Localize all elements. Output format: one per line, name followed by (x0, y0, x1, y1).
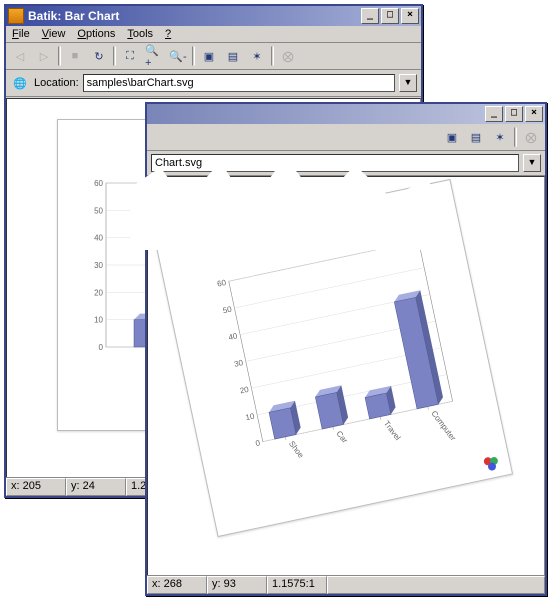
menu-tools[interactable]: Tools (127, 28, 153, 40)
tool-icon[interactable]: ▣ (442, 127, 462, 147)
close-icon[interactable]: ⨂ (278, 46, 298, 66)
forward-icon[interactable]: ▷ (34, 46, 54, 66)
minimize-button[interactable]: _ (485, 106, 503, 122)
location-dropdown[interactable]: ▼ (399, 74, 417, 92)
location-label: Location: (34, 77, 79, 89)
status-x: x: 268 (147, 576, 207, 594)
window-title: Batik: Bar Chart (28, 9, 119, 23)
svg-text:Travel: Travel (382, 419, 403, 442)
svg-text:40: 40 (94, 234, 103, 243)
menu-view[interactable]: View (42, 28, 66, 40)
separator (113, 46, 116, 66)
status-x: x: 205 (6, 478, 66, 496)
svg-text:20: 20 (239, 385, 250, 396)
batik-logo-icon (482, 454, 501, 473)
location-bar: 🌐 Location: samples\barChart.svg ▼ (6, 70, 421, 97)
app-icon (8, 8, 24, 24)
menubar: File View Options Tools ? (6, 26, 421, 43)
tool-icon[interactable]: ▤ (223, 46, 243, 66)
fit-icon[interactable]: ⛶ (120, 46, 140, 66)
svg-text:10: 10 (245, 411, 256, 422)
svg-text:30: 30 (233, 358, 244, 369)
maximize-button[interactable]: □ (381, 8, 399, 24)
status-spacer (327, 576, 545, 594)
svg-text:50: 50 (222, 305, 233, 316)
toolbar: ◁ ▷ ■ ↻ ⛶ 🔍+ 🔍- ▣ ▤ ✶ ⨂ (6, 43, 421, 70)
tool-icon[interactable]: ▤ (466, 127, 486, 147)
svg-text:10: 10 (94, 316, 103, 325)
maximize-button[interactable]: □ (505, 106, 523, 122)
back-icon[interactable]: ◁ (10, 46, 30, 66)
globe-icon: 🌐 (10, 73, 30, 93)
separator (514, 127, 517, 147)
location-bar-front: Chart.svg ▼ (147, 151, 545, 176)
gear-icon[interactable]: ✶ (247, 46, 267, 66)
svg-text:Computer: Computer (429, 409, 458, 443)
location-field[interactable]: Chart.svg (151, 154, 519, 172)
tool-icon[interactable]: ▣ (199, 46, 219, 66)
status-zoom: 1.1575:1 (267, 576, 327, 594)
svg-text:Shoe: Shoe (287, 439, 306, 460)
svg-text:60: 60 (216, 278, 227, 289)
stop-icon[interactable]: ■ (65, 46, 85, 66)
status-y: y: 93 (207, 576, 267, 594)
separator (58, 46, 61, 66)
svg-text:50: 50 (94, 206, 103, 215)
svg-text:40: 40 (228, 331, 239, 342)
location-field[interactable]: samples\barChart.svg (83, 74, 395, 92)
gear-icon[interactable]: ✶ (490, 127, 510, 147)
close-button[interactable]: × (525, 106, 543, 122)
canvas-area-front[interactable]: 0 10 20 30 40 50 60 Shoe Car Travel Computer (147, 176, 545, 576)
menu-file[interactable]: File (12, 28, 30, 40)
titlebar[interactable]: Batik: Bar Chart _ □ × (6, 6, 421, 26)
close-icon[interactable]: ⨂ (521, 127, 541, 147)
minimize-button[interactable]: _ (361, 8, 379, 24)
svg-text:Car: Car (334, 429, 349, 445)
toolbar-front: ▣ ▤ ✶ ⨂ (147, 124, 545, 151)
svg-text:0: 0 (99, 343, 104, 352)
statusbar-front: x: 268 y: 93 1.1575:1 (147, 575, 545, 594)
separator (192, 46, 195, 66)
window-front: _ □ × ▣ ▤ ✶ ⨂ Chart.svg ▼ 0 10 20 30 40 50 60 S… (145, 102, 547, 596)
bar-chart-full: 0 10 20 30 40 50 60 Shoe Car Travel Computer (200, 231, 467, 474)
svg-text:60: 60 (94, 179, 103, 188)
status-y: y: 24 (66, 478, 126, 496)
svg-text:30: 30 (94, 261, 103, 270)
separator (271, 46, 274, 66)
zoom-out-icon[interactable]: 🔍- (168, 46, 188, 66)
menu-options[interactable]: Options (77, 28, 115, 40)
zoom-in-icon[interactable]: 🔍+ (144, 46, 164, 66)
titlebar[interactable]: _ □ × (147, 104, 545, 124)
reload-icon[interactable]: ↻ (89, 46, 109, 66)
chart-paper-rotated: 0 10 20 30 40 50 60 Shoe Car Travel Computer (155, 179, 513, 537)
svg-text:0: 0 (255, 438, 262, 448)
menu-help[interactable]: ? (165, 28, 171, 40)
close-button[interactable]: × (401, 8, 419, 24)
location-dropdown[interactable]: ▼ (523, 154, 541, 172)
svg-text:20: 20 (94, 288, 103, 297)
